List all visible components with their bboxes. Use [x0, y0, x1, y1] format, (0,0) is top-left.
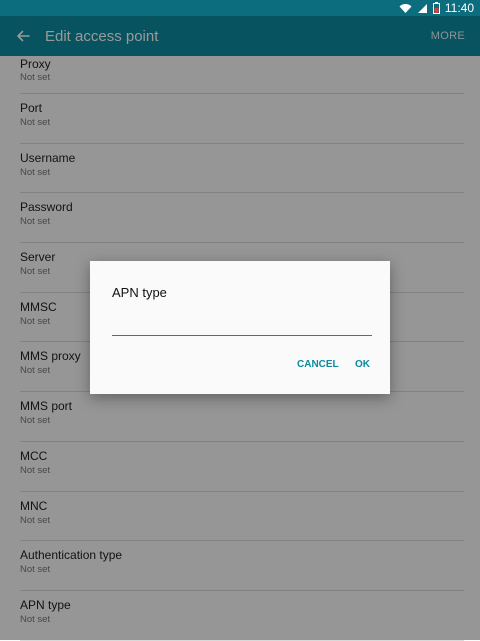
apn-type-dialog: APN type CANCEL OK: [90, 261, 390, 394]
status-icons: 11:40: [399, 1, 474, 15]
appbar-scrim: [0, 16, 480, 56]
status-time: 11:40: [444, 1, 474, 15]
dialog-title: APN type: [112, 285, 167, 300]
status-bar: 11:40: [0, 0, 480, 16]
ok-button[interactable]: OK: [355, 359, 370, 370]
signal-icon: [417, 3, 427, 13]
cancel-button[interactable]: CANCEL: [297, 359, 339, 370]
apn-type-input[interactable]: [112, 313, 372, 336]
wifi-icon: [399, 3, 412, 13]
battery-icon: [432, 2, 440, 14]
